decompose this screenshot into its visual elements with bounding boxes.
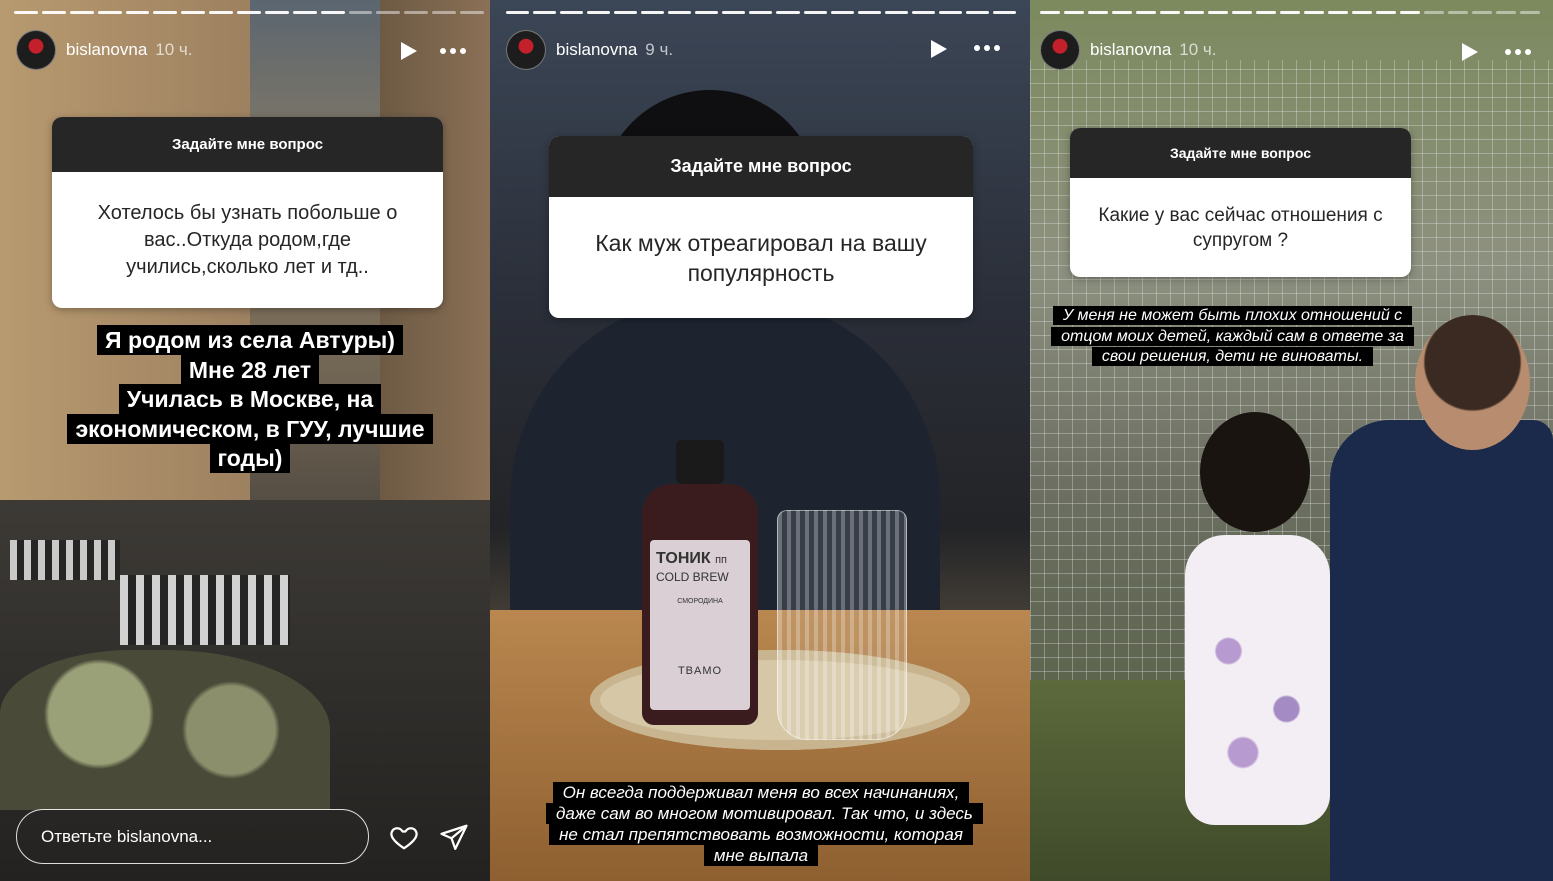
table-illustration [10, 540, 120, 580]
bottle-illustration: ТОНИК пп COLD BREW СМОРОДИНА TBAMO [642, 440, 758, 725]
more-icon[interactable] [974, 45, 1000, 51]
story-panel-2[interactable]: ТОНИК пп COLD BREW СМОРОДИНА TBAMO bisla… [490, 0, 1030, 881]
table-illustration [120, 575, 290, 645]
bottle-label-subtitle: COLD BREW [656, 570, 729, 584]
more-icon[interactable] [1505, 49, 1531, 55]
avatar[interactable] [506, 30, 546, 70]
man-silhouette [1330, 420, 1553, 881]
story-progress-bar [506, 11, 1016, 14]
play-icon[interactable] [1462, 43, 1478, 61]
answer-text: У меня не может быть плохих отношений с … [1040, 306, 1425, 368]
bottle-label-brand: TBAMO [677, 665, 723, 677]
bottle-label-flavor: СМОРОДИНА [677, 598, 723, 605]
question-title: Задайте мне вопрос [52, 117, 443, 172]
post-time: 10 ч. [155, 40, 193, 59]
question-sticker: Задайте мне вопрос Хотелось бы узнать по… [52, 117, 443, 308]
question-text: Хотелось бы узнать побольше о вас..Откуд… [97, 201, 398, 278]
child-silhouette [1185, 535, 1330, 825]
question-text: Какие у вас сейчас отношения с супругом … [1098, 204, 1383, 251]
answer-text: Он всегда поддерживал меня во всех начин… [546, 782, 983, 866]
post-time: 10 ч. [1179, 40, 1217, 59]
story-panel-1[interactable]: bislanovna 10 ч. Задайте мне вопрос Хоте… [0, 0, 490, 881]
bottle-label-suffix: пп [715, 554, 728, 566]
story-header: bislanovna 9 ч. [506, 30, 673, 70]
child-head [1200, 412, 1310, 532]
username[interactable]: bislanovna [1090, 40, 1171, 60]
play-icon[interactable] [401, 42, 417, 60]
answer-line: Он всегда поддерживал меня во всех начин… [546, 782, 983, 866]
man-head [1415, 315, 1530, 450]
glass-illustration [777, 510, 907, 740]
story-progress-bar [1040, 11, 1545, 14]
answer-line: У меня не может быть плохих отношений с … [1051, 306, 1414, 366]
answer-text: Я родом из села Автуры) Мне 28 лет Учила… [40, 325, 460, 474]
story-progress-bar [14, 11, 484, 14]
play-icon[interactable] [931, 40, 947, 58]
flowers-illustration [0, 650, 330, 810]
question-title: Задайте мне вопрос [1070, 128, 1411, 178]
username[interactable]: bislanovna [66, 40, 147, 60]
story-panel-3[interactable]: bislanovna 10 ч. Задайте мне вопрос Каки… [1030, 0, 1553, 881]
avatar[interactable] [1040, 30, 1080, 70]
question-sticker: Задайте мне вопрос Как муж отреагировал … [549, 136, 973, 318]
more-icon[interactable] [440, 48, 466, 54]
story-header: bislanovna 10 ч. [16, 30, 193, 70]
reply-input[interactable]: Ответьте bislanovna... [16, 809, 369, 864]
story-header: bislanovna 10 ч. [1040, 30, 1217, 70]
question-title: Задайте мне вопрос [549, 136, 973, 197]
answer-line-2: Мне 28 лет [180, 354, 320, 385]
question-sticker: Задайте мне вопрос Какие у вас сейчас от… [1070, 128, 1411, 277]
answer-line-3: Училась в Москве, на экономическом, в ГУ… [67, 384, 433, 473]
post-time: 9 ч. [645, 40, 674, 59]
answer-line-1: Я родом из села Автуры) [97, 325, 403, 355]
username[interactable]: bislanovna [556, 40, 637, 60]
heart-icon[interactable] [389, 822, 419, 852]
question-text: Как муж отреагировал на вашу популярност… [595, 229, 927, 286]
avatar[interactable] [16, 30, 56, 70]
bottle-label-title: ТОНИК [656, 550, 711, 567]
send-icon[interactable] [438, 822, 470, 852]
